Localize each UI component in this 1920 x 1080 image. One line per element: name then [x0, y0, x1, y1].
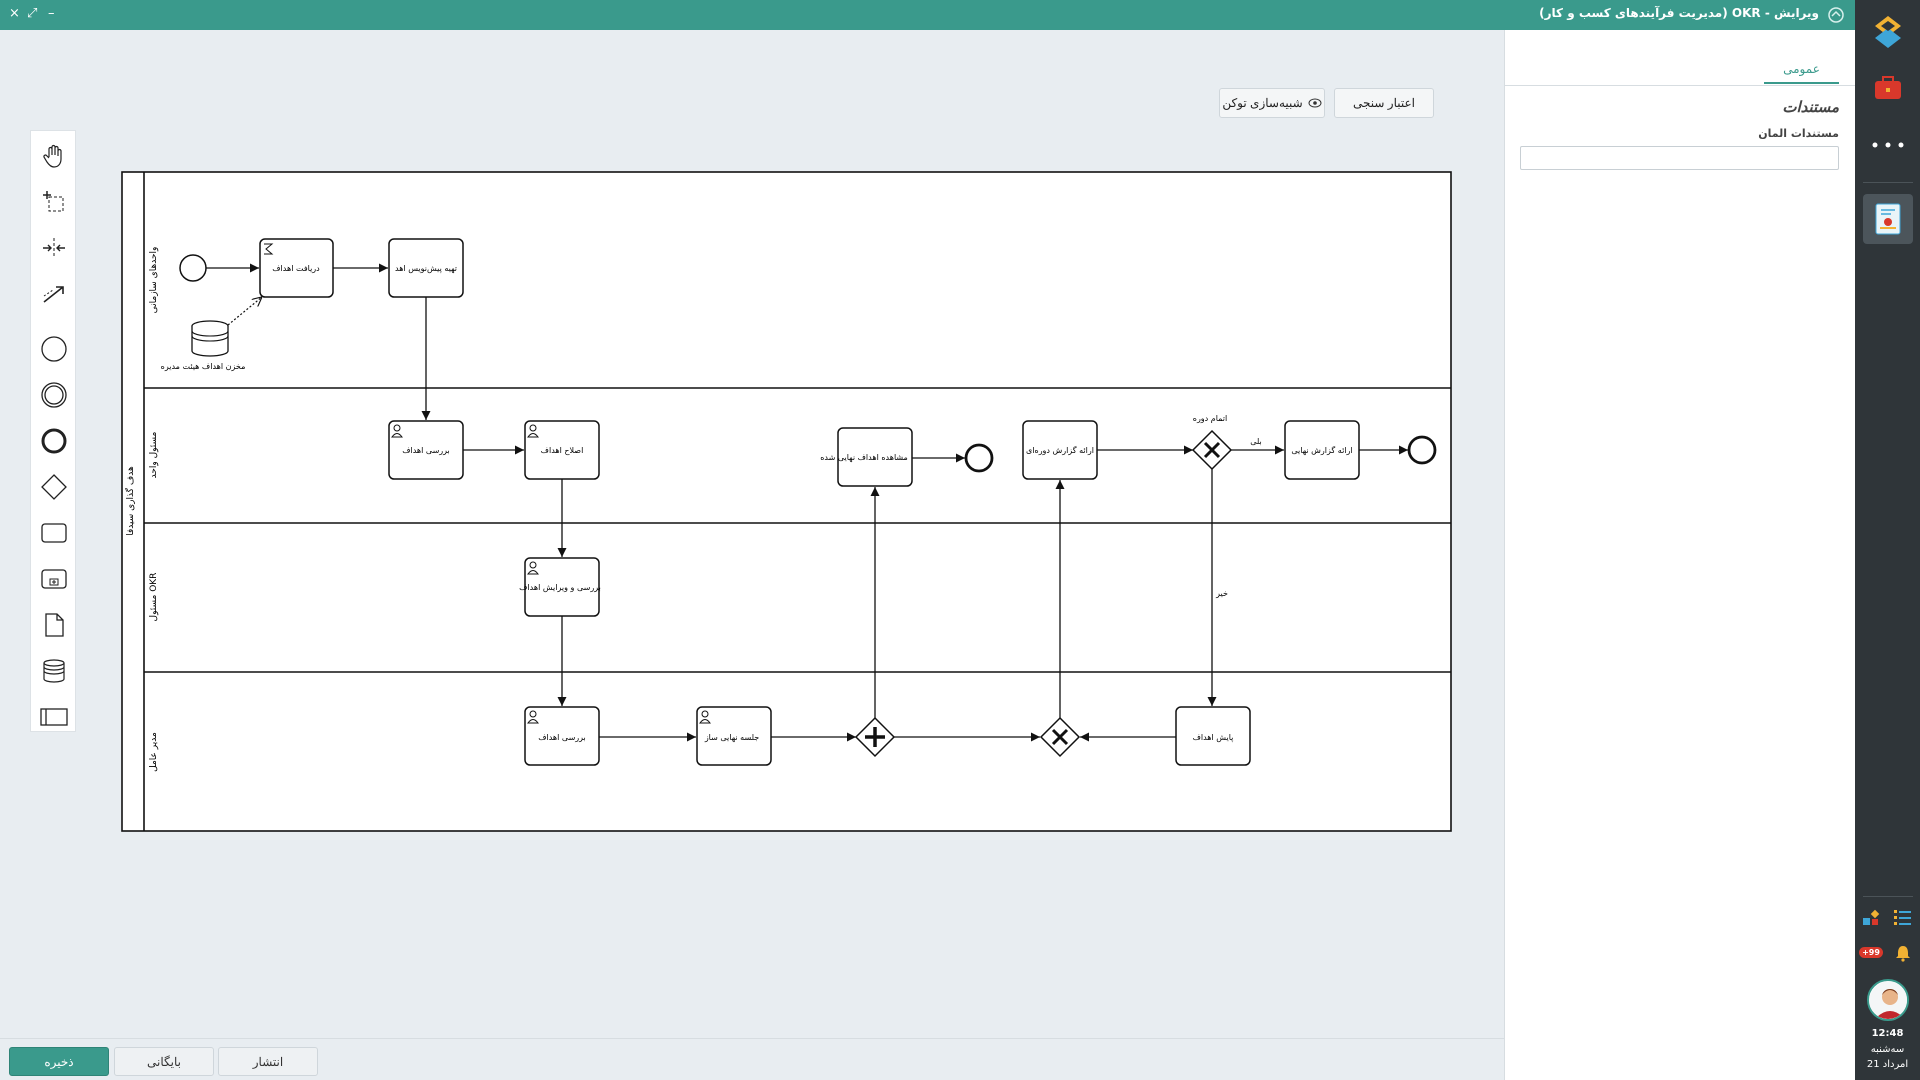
end-event-1[interactable] [964, 443, 994, 473]
task-receive-goals-label: دریافت اهداف [272, 264, 320, 273]
task-review-goals-ceo-label: بررسی اهداف [538, 733, 586, 742]
sidebar-divider [1863, 182, 1913, 183]
tab-general[interactable]: عمومی [1764, 62, 1839, 84]
bottom-action-bar: ذخیره بایگانی انتشار [0, 1038, 1504, 1080]
bell-icon[interactable] [1887, 942, 1919, 964]
task-review-goals-unit-label: بررسی اهداف [402, 446, 450, 455]
window-title: ویرایش - OKR (مدیریت فرآیندهای کسب و کار… [1539, 6, 1819, 20]
clock-date: 21 امرداد [1866, 1059, 1909, 1070]
bpmn-diagram: هدف گذاری سیدفا واحدهای سازمانی مسئول وا… [121, 171, 1452, 832]
tab-divider [1505, 85, 1855, 86]
gateway-period-end-label: اتمام دوره [1193, 414, 1228, 423]
app-sidebar: +99 12:48 سه‌شنبه 21 امرداد [1855, 0, 1920, 1080]
publish-button[interactable]: انتشار [218, 1047, 318, 1076]
notification-badge[interactable]: +99 [1855, 942, 1887, 962]
start-event[interactable] [179, 254, 207, 282]
task-final-meeting-label: جلسه نهایی ساز [704, 733, 759, 742]
task-periodic-report-label: ارائه گزارش دوره‌ای [1026, 445, 1094, 455]
element-documentation-field[interactable] [1520, 146, 1839, 170]
archive-button[interactable]: بایگانی [114, 1047, 214, 1076]
data-store[interactable] [191, 320, 229, 357]
clock-weekday: سه‌شنبه [1870, 1044, 1905, 1055]
clock-time: 12:48 [1871, 1028, 1904, 1039]
element-documentation-label: مستندات المان [1758, 127, 1839, 140]
lane-label-ceo: مدیر عامل [149, 732, 159, 772]
task-final-report-label: ارائه گزارش نهایی [1291, 445, 1352, 455]
flow-label-yes: بلی [1250, 437, 1262, 446]
flow-label-no: خیر [1215, 589, 1228, 598]
briefcase-icon[interactable] [1855, 70, 1920, 106]
sidebar-divider [1863, 896, 1913, 897]
task-list-icon[interactable] [1887, 906, 1919, 930]
properties-panel: عمومی مستندات مستندات المان [1504, 30, 1855, 1080]
open-window-process-icon[interactable] [1855, 193, 1920, 245]
task-fix-goals-label: اصلاح اهداف [541, 446, 584, 455]
notification-count: +99 [1859, 946, 1883, 958]
task-review-edit-goals-label: بررسی و ویرایش اهداف [519, 583, 601, 592]
data-store-label: مخزن اهداف هیئت مدیره [161, 362, 246, 371]
save-button[interactable]: ذخیره [9, 1047, 109, 1076]
widgets-icon[interactable] [1855, 906, 1887, 930]
process-icon [1828, 7, 1844, 23]
task-view-final-goals-label: مشاهده اهداف نهایی شده [820, 453, 908, 462]
lane-label-unit-manager: مسئول واحد [149, 431, 159, 478]
task-draft-goals-label: تهیه پیش‌نویس اهد [395, 264, 457, 273]
lane-label-org-units: واحدهای سازمانی [149, 247, 159, 314]
user-avatar[interactable] [1855, 978, 1920, 1022]
lane-label-okr-manager: مسئول OKR [149, 573, 159, 622]
more-icon[interactable] [1855, 130, 1920, 160]
documentation-section-title: مستندات [1782, 98, 1839, 116]
pool-label: هدف گذاری سیدفا [124, 466, 136, 536]
app-logo-icon[interactable] [1855, 12, 1920, 52]
end-event-2[interactable] [1407, 435, 1437, 465]
task-monitor-goals-label: پایش اهداف [1193, 733, 1234, 742]
